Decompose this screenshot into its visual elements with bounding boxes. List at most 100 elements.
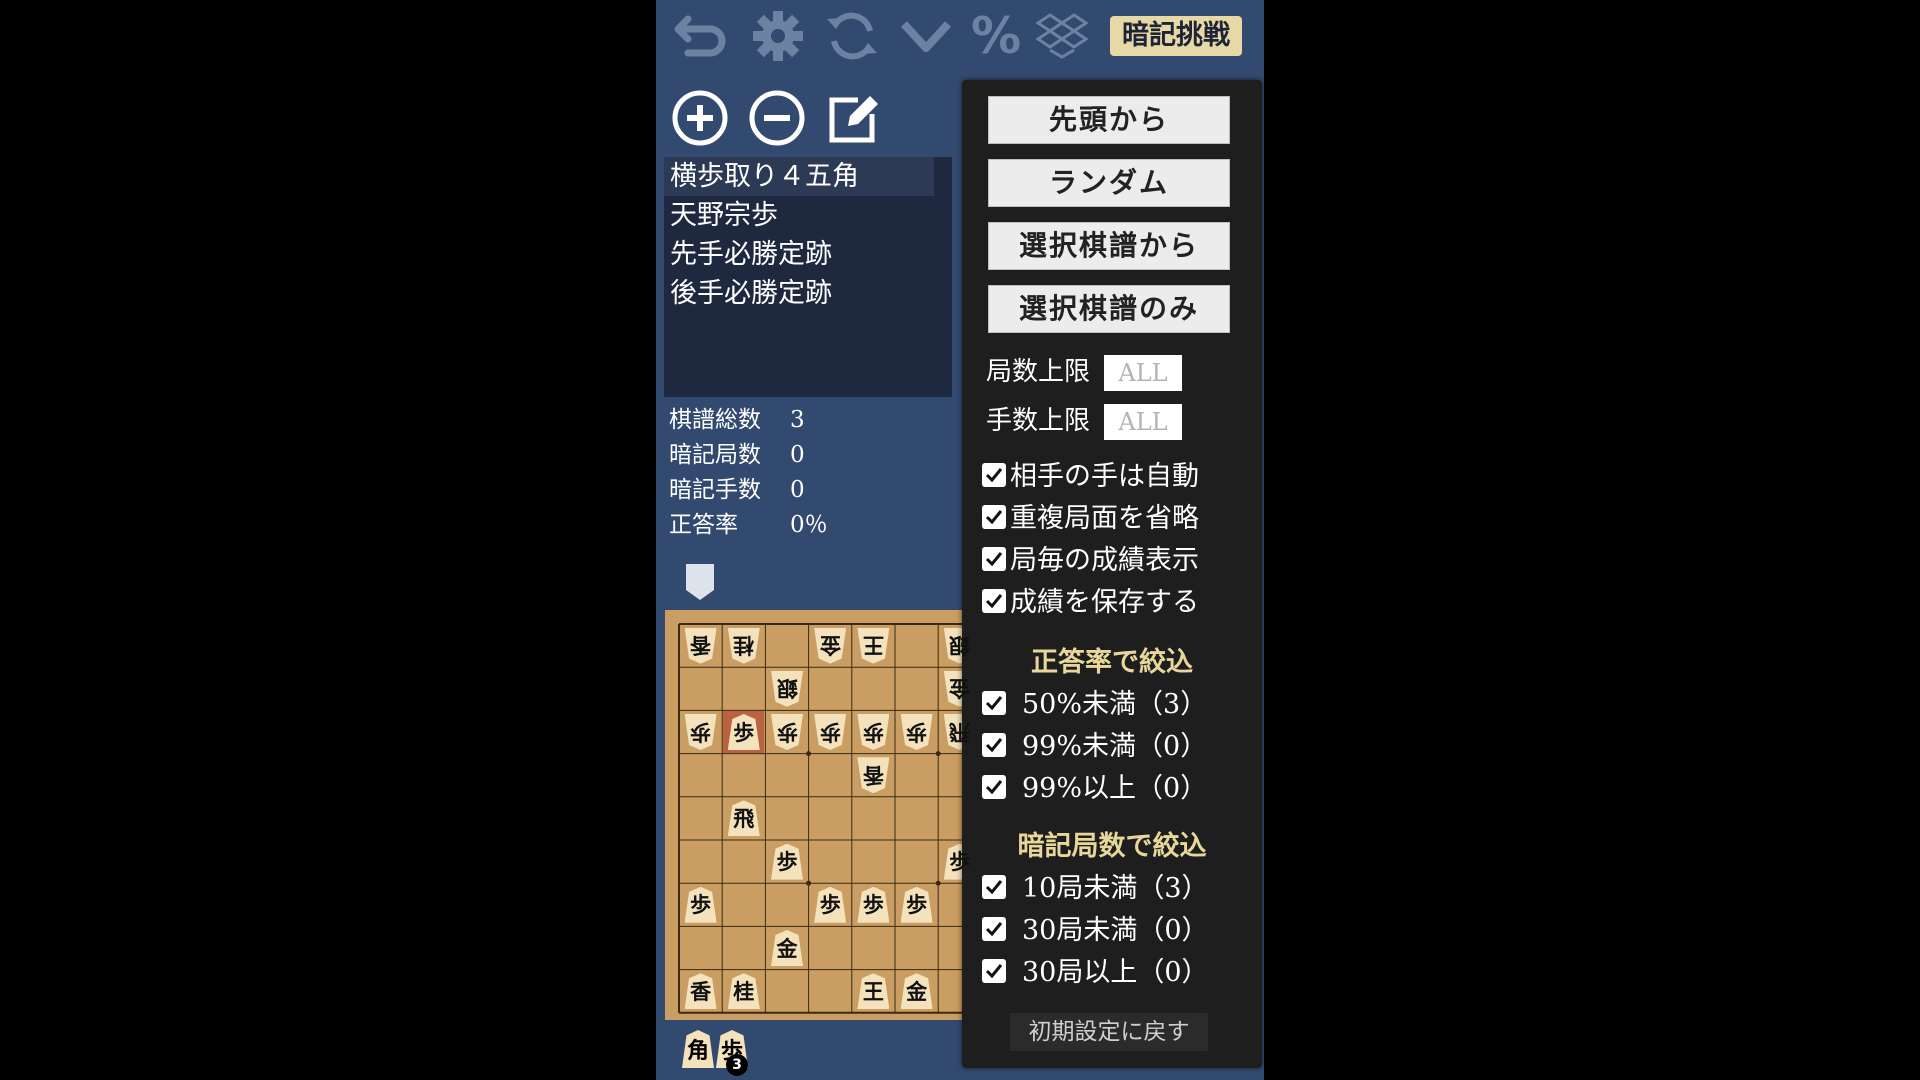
list-item[interactable]: 後手必勝定跡: [664, 274, 952, 313]
dropbox-icon[interactable]: [1032, 8, 1092, 64]
board-piece[interactable]: 香: [857, 757, 890, 794]
star-point: [806, 880, 812, 886]
star-point: [935, 880, 941, 886]
star-point: [935, 751, 941, 757]
stat-label: 正答率: [669, 512, 738, 538]
board-piece[interactable]: 歩: [814, 886, 847, 923]
piece-label: 歩: [720, 1038, 743, 1064]
list-item[interactable]: 天野宗歩: [664, 196, 952, 235]
piece-label: 金: [949, 676, 971, 702]
board-piece[interactable]: 金: [771, 930, 803, 966]
piece-label: 銀: [949, 633, 971, 659]
filter-accuracy-over-99[interactable]: 99%以上（0）: [982, 772, 1207, 806]
from-start-button[interactable]: 先頭から: [988, 96, 1230, 144]
option-auto-opponent[interactable]: 相手の手は自動: [982, 460, 1199, 494]
board-piece[interactable]: 香: [684, 627, 717, 664]
board-piece[interactable]: 金: [814, 627, 847, 664]
add-circle-icon[interactable]: [670, 88, 730, 148]
board-piece[interactable]: 金: [900, 973, 933, 1010]
checkbox[interactable]: [982, 588, 1006, 613]
app-window: % 暗記挑戦 横歩取り４五角 天野宗歩 先手必勝定跡 後手必勝定跡 棋譜総数 3 …: [656, 0, 1264, 1080]
board-piece[interactable]: 桂: [727, 973, 760, 1010]
move-limit-label: 手数上限: [986, 406, 1091, 436]
checkbox[interactable]: [982, 958, 1006, 983]
reset-settings-button[interactable]: 初期設定に戻す: [1010, 1013, 1208, 1051]
percent-label: %: [970, 7, 1022, 65]
piece-label: 歩: [776, 849, 798, 875]
filter-accuracy-under-99[interactable]: 99%未満（0）: [982, 730, 1207, 764]
piece-label: 香: [690, 633, 712, 659]
option-label: 成績を保存する: [1010, 587, 1199, 618]
checkbox[interactable]: [982, 504, 1006, 529]
list-item[interactable]: 横歩取り４五角: [664, 157, 934, 196]
filter-games-under-10[interactable]: 10局未満（3）: [982, 872, 1209, 906]
checkbox[interactable]: [982, 546, 1006, 571]
board-piece[interactable]: 歩: [684, 714, 717, 750]
piece-label: 歩: [776, 719, 798, 745]
checkbox[interactable]: [982, 690, 1006, 715]
board-piece[interactable]: 歩: [684, 886, 717, 923]
board-piece[interactable]: 歩: [814, 714, 847, 750]
hand-piece[interactable]: 角: [682, 1030, 714, 1068]
board-piece[interactable]: 歩: [857, 714, 890, 750]
piece-label: 歩: [819, 719, 841, 745]
list-item[interactable]: 先手必勝定跡: [664, 235, 952, 274]
stat-accuracy: 正答率 0％: [669, 508, 828, 542]
board-piece[interactable]: 王: [857, 973, 890, 1010]
game-limit-label: 局数上限: [986, 357, 1091, 387]
filter-accuracy-under-50[interactable]: 50%未満（3）: [982, 688, 1207, 722]
filter-label: 99%未満（0）: [1022, 731, 1208, 762]
filter-label: 50%未満（3）: [1022, 689, 1208, 720]
board-piece[interactable]: 歩: [857, 886, 890, 923]
board-piece[interactable]: 王: [857, 627, 890, 664]
percent-icon[interactable]: %: [966, 8, 1026, 64]
option-save-results[interactable]: 成績を保存する: [982, 586, 1199, 620]
memorize-challenge-button[interactable]: 暗記挑戦: [1110, 16, 1242, 56]
board-piece[interactable]: 歩: [771, 714, 803, 750]
piece-label: 歩: [690, 719, 712, 745]
turn-indicator-icon: [684, 562, 716, 602]
board-piece[interactable]: 歩: [900, 714, 933, 750]
piece-label: 王: [862, 978, 884, 1004]
star-point: [806, 751, 812, 757]
checkbox[interactable]: [982, 774, 1006, 799]
filter-games-under-30[interactable]: 30局未満（0）: [982, 914, 1209, 948]
option-skip-duplicate[interactable]: 重複局面を省略: [982, 502, 1199, 536]
memorized-filter-title: 暗記局数で絞込: [1017, 831, 1207, 862]
board-piece[interactable]: 銀: [771, 670, 803, 707]
kifu-list[interactable]: 横歩取り４五角 天野宗歩 先手必勝定跡 後手必勝定跡: [664, 157, 952, 397]
piece-label: 王: [862, 633, 884, 659]
board-piece[interactable]: 香: [684, 973, 717, 1010]
checkbox[interactable]: [982, 462, 1006, 487]
checkbox[interactable]: [982, 732, 1006, 757]
challenge-settings-panel: 先頭から ランダム 選択棋譜から 選択棋譜のみ 局数上限 ALL 手数上限 ALL …: [962, 80, 1262, 1068]
random-button[interactable]: ランダム: [988, 159, 1230, 207]
from-selected-button[interactable]: 選択棋譜から: [988, 222, 1230, 270]
stat-value: 0％: [790, 512, 828, 538]
piece-label: 歩: [862, 892, 884, 918]
stat-memorized-moves: 暗記手数 0: [669, 473, 805, 507]
piece-label: 角: [686, 1038, 709, 1064]
board-piece[interactable]: 桂: [727, 627, 760, 664]
checkbox[interactable]: [982, 916, 1006, 941]
option-label: 局毎の成績表示: [1010, 545, 1199, 576]
stat-value: 3: [790, 407, 805, 433]
check-icon[interactable]: [896, 8, 956, 64]
edit-icon[interactable]: [824, 88, 884, 148]
board-piece[interactable]: 歩: [771, 843, 803, 880]
board-piece[interactable]: 歩: [727, 714, 760, 750]
filter-label: 30局未満（0）: [1022, 915, 1209, 946]
undo-icon[interactable]: [672, 8, 732, 64]
selected-only-button[interactable]: 選択棋譜のみ: [988, 285, 1230, 333]
board-piece[interactable]: 飛: [727, 800, 760, 837]
piece-label: 金: [906, 978, 928, 1004]
filter-games-over-30[interactable]: 30局以上（0）: [982, 956, 1209, 990]
refresh-icon[interactable]: [822, 8, 882, 64]
checkbox[interactable]: [982, 874, 1006, 899]
game-limit-input[interactable]: ALL: [1104, 355, 1183, 391]
board-piece[interactable]: 歩: [900, 886, 933, 923]
gear-icon[interactable]: [748, 8, 808, 64]
option-show-per-game[interactable]: 局毎の成績表示: [982, 544, 1199, 578]
remove-circle-icon[interactable]: [747, 88, 807, 148]
move-limit-input[interactable]: ALL: [1104, 404, 1183, 440]
